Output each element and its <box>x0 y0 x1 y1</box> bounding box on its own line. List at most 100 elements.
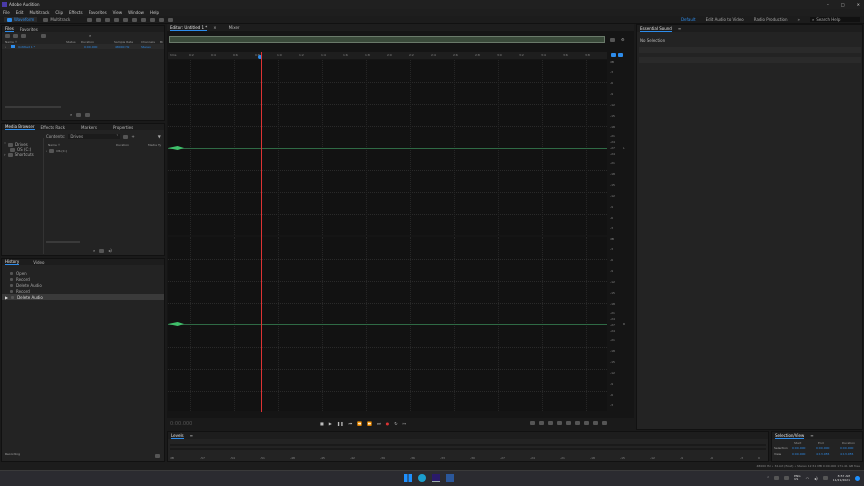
go-to-start-icon[interactable]: ⏮ <box>349 421 353 426</box>
tab-files[interactable]: Files <box>5 26 14 32</box>
list-item[interactable]: ▶ Delete Audio <box>2 294 164 300</box>
zoom-in-amplitude-icon[interactable] <box>530 421 535 425</box>
lasso-tool-icon[interactable] <box>150 17 156 22</box>
menu-edit[interactable]: Edit <box>16 10 24 15</box>
tab-selection-view[interactable]: Selection/View <box>775 433 805 439</box>
menu-clip[interactable]: Clip <box>55 10 63 15</box>
volume-icon[interactable]: ◂) <box>814 476 818 481</box>
rewind-icon[interactable]: ⏪ <box>357 421 362 426</box>
column-channels[interactable]: Channels <box>141 40 155 44</box>
view-duration-value[interactable]: 4:13.055 <box>840 452 853 456</box>
record-icon[interactable]: ● <box>386 421 390 426</box>
tab-video[interactable]: Video <box>33 260 44 265</box>
link-icon[interactable] <box>85 112 91 117</box>
zoom-out-time-icon[interactable] <box>557 421 562 425</box>
media-zoom-icon[interactable]: ⌕ <box>93 248 95 253</box>
tab-levels[interactable]: Levels <box>171 433 184 439</box>
workspace-default[interactable]: Default <box>681 17 696 22</box>
column-name[interactable]: Name ↑ <box>48 143 60 147</box>
snap-icon[interactable] <box>618 53 623 57</box>
channel-label-right[interactable]: R <box>623 322 625 326</box>
zoom-full-icon[interactable] <box>566 421 571 425</box>
file-expand-icon[interactable]: › <box>5 45 6 49</box>
workspace-radio-production[interactable]: Radio Production <box>754 17 788 22</box>
tab-effects-rack[interactable]: Effects Rack <box>41 125 66 130</box>
channel-label-left[interactable]: L <box>623 146 625 150</box>
selection-duration-value[interactable]: 0:00.000 <box>840 446 853 450</box>
word-app-icon[interactable] <box>446 474 454 482</box>
selection-start-value[interactable]: 0:00.000 <box>792 446 805 450</box>
workspace-more-icon[interactable]: » <box>798 17 800 22</box>
waveform-view-button[interactable]: Waveform <box>4 17 38 22</box>
menu-window[interactable]: Window <box>128 10 144 15</box>
preset-dropdown[interactable] <box>639 47 861 53</box>
chevron-right-icon[interactable]: › <box>4 152 6 157</box>
menu-help[interactable]: Help <box>150 10 159 15</box>
audition-app-icon[interactable] <box>432 474 440 482</box>
history-trash-icon[interactable] <box>155 454 160 458</box>
zoom-selection-icon[interactable] <box>593 421 598 425</box>
fast-forward-icon[interactable]: ⏩ <box>367 421 372 426</box>
language-indicator[interactable]: ENG US <box>794 475 800 481</box>
selection-end-value[interactable]: 0:00.000 <box>816 446 829 450</box>
folder-icon[interactable] <box>76 112 82 117</box>
chevron-down-icon[interactable]: ˅ <box>4 142 6 147</box>
import-file-icon[interactable] <box>13 33 18 38</box>
zoom-in-time-icon[interactable] <box>548 421 553 425</box>
menu-file[interactable]: File <box>3 10 10 15</box>
view-start-value[interactable]: 0:00.000 <box>792 452 805 456</box>
panel-menu-icon[interactable]: ≡ <box>678 26 681 31</box>
media-horizontal-scrollbar[interactable] <box>46 241 80 243</box>
add-shortcut-icon[interactable]: + <box>131 134 134 139</box>
zoom-out-amplitude-icon[interactable] <box>539 421 544 425</box>
play-icon[interactable]: ▶ <box>329 421 332 426</box>
levels-menu-icon[interactable]: ≡ <box>190 433 193 438</box>
zoom-channel-icon[interactable] <box>602 421 607 425</box>
tab-editor[interactable]: Editor: Untitled 1 * <box>170 25 208 31</box>
time-selection-tool-icon[interactable] <box>132 17 138 22</box>
clock[interactable]: 8:57 AM 11/21/2021 <box>833 474 850 482</box>
time-display[interactable]: 0:00.000 <box>170 421 192 427</box>
search-help-field[interactable]: ⌕ Search Help <box>810 17 860 22</box>
filter-icon[interactable] <box>123 134 129 139</box>
tab-essential-sound[interactable]: Essential Sound <box>640 26 672 32</box>
list-item[interactable]: › OS (C:) <box>46 149 67 153</box>
go-to-end-icon[interactable]: ⏭ <box>377 421 381 426</box>
new-file-icon[interactable] <box>21 33 26 38</box>
preset-field[interactable] <box>639 57 861 63</box>
close-icon[interactable]: × <box>213 25 216 30</box>
tab-history[interactable]: History <box>5 259 20 265</box>
open-file-icon[interactable] <box>5 33 10 38</box>
tab-mixer[interactable]: Mixer <box>229 25 240 30</box>
files-search-icon[interactable]: ⌕ <box>89 33 91 38</box>
column-name[interactable]: Name ↑ <box>5 40 17 44</box>
time-ruler[interactable]: hms 0:2 0:4 0:6 0:8 1:0 1:2 1:4 1:6 1:8 … <box>168 52 607 59</box>
razor-tool-icon[interactable] <box>114 17 120 22</box>
tab-media-browser[interactable]: Media Browser <box>5 124 35 130</box>
column-status[interactable]: Status <box>66 40 76 44</box>
tray-app-icon[interactable] <box>774 476 780 480</box>
speaker-icon[interactable]: ◂) <box>108 248 112 253</box>
table-row[interactable]: › Untitled 1 * 0:00.000 48000 Hz Stereo <box>2 44 164 49</box>
slip-tool-icon[interactable] <box>123 17 129 22</box>
column-duration[interactable]: Duration <box>116 143 129 147</box>
pitch-display-icon[interactable] <box>96 17 102 22</box>
loop-icon[interactable] <box>611 53 616 57</box>
menu-favorites[interactable]: Favorites <box>89 10 107 15</box>
waveform-channel-right[interactable] <box>168 237 607 411</box>
tree-item[interactable]: › Shortcuts <box>4 152 42 157</box>
tab-properties[interactable]: Properties <box>113 125 133 130</box>
media-folder-icon[interactable] <box>99 248 105 253</box>
zoom-in-point-icon[interactable] <box>575 421 580 425</box>
menu-multitrack[interactable]: Multitrack <box>29 10 49 15</box>
notification-icon[interactable] <box>855 475 860 481</box>
zoom-out-point-icon[interactable] <box>584 421 589 425</box>
workspace-edit-audio-to-video[interactable]: Edit Audio to Video <box>706 17 744 22</box>
skip-icon[interactable]: ↦ <box>403 421 406 426</box>
multitrack-view-button[interactable]: Multitrack <box>40 17 73 22</box>
close-window-button[interactable]: ✕ <box>857 2 860 7</box>
overview-bar[interactable] <box>169 36 605 43</box>
spot-healing-tool-icon[interactable] <box>168 17 174 22</box>
waveform-channel-left[interactable] <box>168 60 607 235</box>
media-filter-icon[interactable]: ▼ <box>158 134 161 139</box>
